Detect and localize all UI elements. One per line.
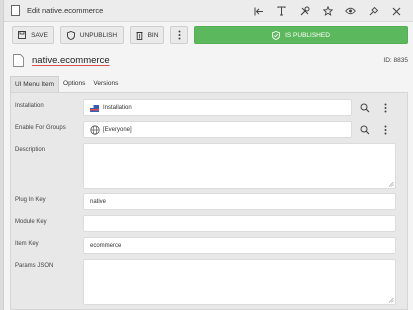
bin-button[interactable]: BIN (130, 26, 164, 44)
more-vertical-icon (384, 125, 386, 134)
unpublish-label: UNPUBLISH (79, 31, 118, 39)
item-key-value: ecommerce (90, 243, 122, 249)
published-label: IS PUBLISHED (285, 31, 330, 39)
params-json-textarea[interactable] (83, 259, 396, 305)
more-vertical-icon (178, 30, 180, 40)
text-format-button[interactable] (270, 4, 293, 18)
installation-more-button[interactable] (375, 99, 395, 116)
flag-icon (90, 105, 99, 112)
document-icon (11, 5, 20, 16)
module-key-input[interactable] (83, 215, 396, 232)
module-key-label: Module Key (15, 219, 47, 225)
installation-search-button[interactable] (355, 99, 375, 116)
eye-icon (345, 7, 356, 15)
star-icon (322, 6, 333, 16)
collapse-left-button[interactable] (247, 4, 270, 18)
groups-label: Enable For Groups (15, 125, 66, 131)
search-icon (360, 103, 370, 112)
action-toolbar: SAVE UNPUBLISH BIN IS PUBLISHED (4, 22, 413, 48)
file-icon (13, 53, 24, 67)
plugin-key-input[interactable]: native (83, 193, 396, 210)
favorite-button[interactable] (316, 4, 339, 18)
params-json-label: Params JSON (15, 263, 54, 269)
item-key-input[interactable]: ecommerce (83, 237, 396, 254)
close-button[interactable] (385, 4, 408, 18)
tab-versions[interactable]: Versions (89, 76, 122, 92)
tab-ui-menu-item[interactable]: UI Menu Item (10, 76, 60, 92)
plugin-key-label: Plug In Key (15, 197, 46, 203)
more-vertical-icon (384, 103, 386, 112)
published-status-button[interactable]: IS PUBLISHED (194, 26, 408, 44)
groups-search-button[interactable] (355, 121, 375, 138)
pin-icon (369, 6, 378, 16)
installation-value: Installation (103, 105, 132, 111)
preview-button[interactable] (339, 4, 362, 18)
trash-icon (136, 31, 143, 40)
item-header: native.ecommerce ID: 8835 (4, 48, 413, 72)
title-bar: Edit native.ecommerce (4, 0, 413, 22)
edit-window: Edit native.ecommerce SAVE UNPUBLISH BIN… (3, 0, 413, 310)
title-tools (247, 4, 408, 18)
description-label: Description (15, 147, 46, 153)
tools-button[interactable] (293, 4, 316, 18)
more-actions-button[interactable] (170, 26, 188, 44)
tab-options[interactable]: Options (59, 76, 89, 92)
bin-label: BIN (147, 31, 159, 39)
resize-grip-icon[interactable] (388, 297, 394, 303)
groups-field[interactable]: [Everyone] (83, 121, 352, 138)
item-name[interactable]: native.ecommerce (32, 55, 110, 66)
save-button[interactable]: SAVE (12, 26, 54, 44)
installation-field[interactable]: Installation (83, 99, 352, 116)
installation-label: Installation (15, 103, 44, 109)
search-icon (360, 125, 370, 134)
groups-value: [Everyone] (103, 127, 132, 133)
tab-bar: UI Menu Item Options Versions (10, 76, 122, 92)
unpublish-button[interactable]: UNPUBLISH (60, 26, 124, 44)
item-id: ID: 8835 (383, 56, 408, 64)
collapse-left-icon (254, 7, 263, 15)
window-title: Edit native.ecommerce (27, 6, 104, 15)
close-icon (392, 7, 401, 15)
shield-check-icon (272, 30, 281, 40)
plugin-key-value: native (90, 199, 107, 205)
text-format-icon (277, 6, 286, 16)
save-icon (18, 31, 27, 39)
description-textarea[interactable] (83, 143, 396, 189)
shield-icon (66, 30, 75, 40)
groups-more-button[interactable] (375, 121, 395, 138)
item-key-label: Item Key (15, 241, 39, 247)
globe-icon (90, 125, 100, 135)
resize-grip-icon[interactable] (388, 181, 394, 187)
save-label: SAVE (31, 31, 48, 39)
form-panel: Installation Installation Enable For Gro… (10, 92, 408, 310)
wrench-icon (300, 6, 309, 16)
pin-button[interactable] (362, 4, 385, 18)
